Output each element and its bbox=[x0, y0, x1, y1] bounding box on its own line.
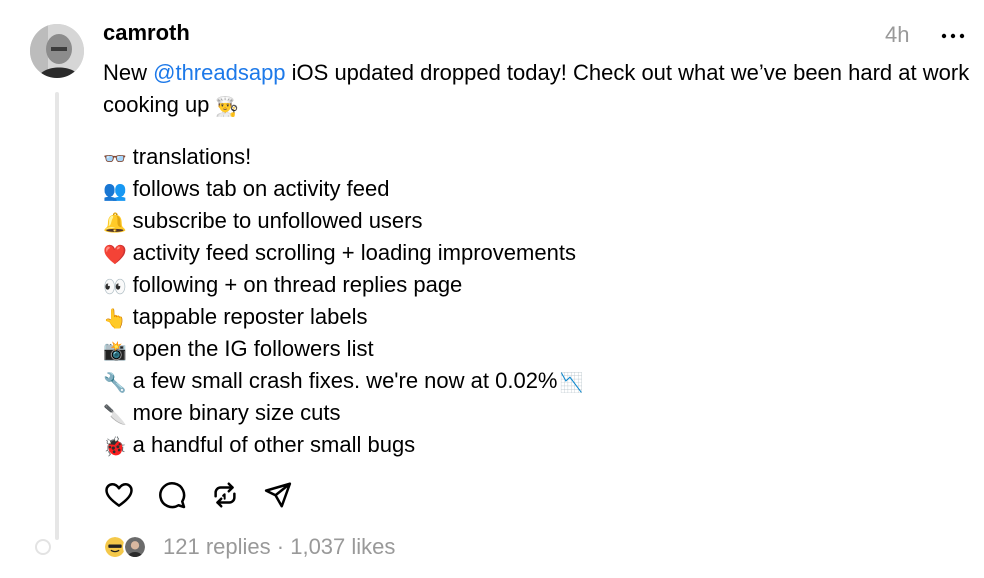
list-item-text: following + on thread replies page bbox=[132, 272, 463, 297]
list-item: 🔧 a few small crash fixes. we're now at 0… bbox=[103, 365, 583, 397]
pointing-up-emoji: 👆 bbox=[103, 308, 127, 330]
list-item: 🔔 subscribe to unfollowed users bbox=[103, 205, 583, 237]
author-avatar[interactable] bbox=[30, 24, 84, 78]
knife-emoji: 🔪 bbox=[103, 404, 127, 426]
repost-button[interactable] bbox=[209, 479, 241, 511]
replier-facepile[interactable] bbox=[103, 533, 151, 561]
more-options-button[interactable] bbox=[938, 23, 968, 47]
likes-count[interactable]: 1,037 likes bbox=[290, 534, 395, 559]
avatar-photo bbox=[30, 24, 84, 78]
post-intro: New @threadsapp iOS updated dropped toda… bbox=[103, 57, 973, 121]
like-button[interactable] bbox=[103, 479, 135, 511]
chef-emoji: 👨‍🍳 bbox=[215, 96, 240, 118]
list-item: ❤️ activity feed scrolling + loading impr… bbox=[103, 237, 583, 269]
list-item-text: activity feed scrolling + loading improv… bbox=[132, 240, 576, 265]
update-list: 👓 translations! 👥 follows tab on activity … bbox=[103, 141, 583, 461]
list-item-text: tappable reposter labels bbox=[132, 304, 368, 329]
thread-line bbox=[55, 92, 59, 540]
comment-icon bbox=[159, 482, 186, 509]
list-item: 👓 translations! bbox=[103, 141, 583, 173]
list-item-text: a few small crash fixes. we're now at 0.… bbox=[132, 368, 558, 393]
more-icon bbox=[941, 33, 965, 39]
list-item: 🔪 more binary size cuts bbox=[103, 397, 583, 429]
share-button[interactable] bbox=[262, 479, 294, 511]
glasses-emoji: 👓 bbox=[103, 148, 127, 170]
bell-emoji: 🔔 bbox=[103, 212, 127, 234]
post-timestamp: 4h bbox=[885, 22, 910, 47]
engagement-stats: 121 replies · 1,037 likes bbox=[163, 534, 395, 560]
lady-beetle-emoji: 🐞 bbox=[103, 436, 127, 458]
heart-icon bbox=[105, 483, 133, 507]
list-item: 📸 open the IG followers list bbox=[103, 333, 583, 365]
mention-link[interactable]: @threadsapp bbox=[153, 60, 285, 85]
list-item: 👆 tappable reposter labels bbox=[103, 301, 583, 333]
stats-separator: · bbox=[276, 534, 285, 559]
wrench-emoji: 🔧 bbox=[103, 372, 127, 394]
action-bar bbox=[103, 479, 294, 511]
send-icon bbox=[264, 482, 292, 508]
list-item-text: follows tab on activity feed bbox=[132, 176, 390, 201]
replies-count[interactable]: 121 replies bbox=[163, 534, 271, 559]
replier-avatar bbox=[123, 535, 147, 559]
list-item: 👀 following + on thread replies page bbox=[103, 269, 583, 301]
people-emoji: 👥 bbox=[103, 180, 127, 202]
intro-text-start: New bbox=[103, 60, 154, 85]
list-item-text: more binary size cuts bbox=[132, 400, 341, 425]
post-body: New @threadsapp iOS updated dropped toda… bbox=[103, 57, 973, 457]
list-item-text: a handful of other small bugs bbox=[132, 432, 416, 457]
reply-button[interactable] bbox=[156, 479, 188, 511]
list-item: 👥 follows tab on activity feed bbox=[103, 173, 583, 205]
list-item-text: subscribe to unfollowed users bbox=[132, 208, 423, 233]
list-item-text: open the IG followers list bbox=[132, 336, 374, 361]
author-username[interactable]: camroth bbox=[103, 18, 190, 48]
list-item-text: translations! bbox=[132, 144, 252, 169]
eyes-emoji: 👀 bbox=[103, 276, 127, 298]
repost-icon bbox=[214, 482, 236, 508]
chart-decreasing-emoji: 📉 bbox=[559, 372, 584, 394]
camera-flash-emoji: 📸 bbox=[103, 340, 127, 362]
list-item: 🐞 a handful of other small bugs bbox=[103, 429, 583, 461]
heart-emoji: ❤️ bbox=[103, 244, 127, 266]
post-footer: 121 replies · 1,037 likes bbox=[103, 531, 395, 563]
reply-avatar-placeholder bbox=[35, 539, 51, 555]
